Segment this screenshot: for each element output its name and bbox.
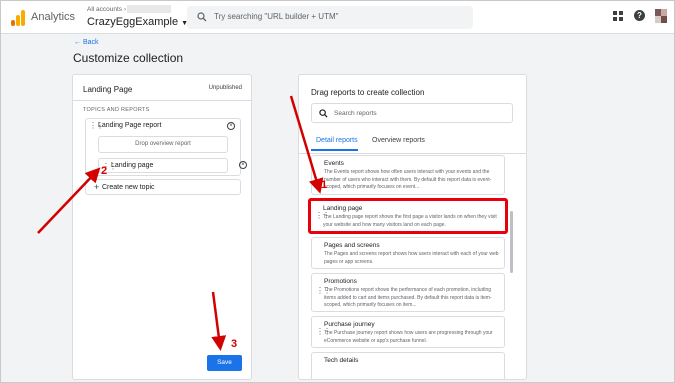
card-description: The Purchase journey report shows how us… — [324, 330, 493, 344]
search-icon — [197, 12, 207, 22]
create-topic-label: Create new topic — [102, 184, 155, 191]
report-card-purchase-journey[interactable]: ⋮⋮ Purchase journey The Purchase journey… — [311, 316, 505, 348]
chevron-right-icon: › — [124, 7, 127, 13]
card-title: Tech details — [324, 357, 359, 364]
apps-grid-icon[interactable] — [613, 11, 623, 21]
tab-detail-reports[interactable]: Detail reports — [316, 137, 358, 144]
divider — [73, 100, 251, 101]
app-frame: Analytics All accounts › CrazyEggExample ▼… — [0, 0, 675, 383]
collection-panel: Landing Page Unpublished TOPICS AND REPO… — [72, 74, 252, 380]
back-label: Back — [82, 39, 99, 46]
annotation-label-2: 2 — [101, 165, 108, 177]
search-placeholder: Try searching "URL builder + UTM" — [214, 12, 339, 21]
back-link[interactable]: ← Back — [74, 39, 99, 46]
status-badge: Unpublished — [208, 85, 242, 91]
card-title: Landing page — [323, 205, 363, 212]
app-name: Analytics — [31, 11, 76, 23]
library-title: Drag reports to create collection — [311, 88, 425, 97]
top-bar: Analytics All accounts › CrazyEggExample ▼… — [1, 1, 674, 34]
topic-header[interactable]: ⋮⋮ Landing Page report × — [86, 119, 240, 133]
analytics-logo-icon[interactable] — [11, 10, 25, 26]
plus-icon: + — [94, 182, 100, 192]
page-title: Customize collection — [73, 51, 184, 65]
report-library-panel: Drag reports to create collection Search… — [298, 74, 527, 380]
search-placeholder: Search reports — [334, 110, 377, 117]
scrollbar[interactable] — [510, 211, 513, 273]
search-icon — [319, 109, 328, 118]
global-search[interactable]: Try searching "URL builder + UTM" — [187, 6, 473, 29]
card-description: The Events report shows how often users … — [324, 169, 492, 190]
annotation-label-1: 1 — [321, 179, 328, 191]
card-description: The Pages and screens report shows how u… — [324, 251, 499, 265]
property-name: CrazyEggExample — [87, 16, 179, 28]
card-description: The Promotions report shows the performa… — [324, 287, 492, 308]
avatar[interactable] — [655, 9, 667, 23]
active-tab-indicator — [311, 149, 358, 151]
account-breadcrumb[interactable]: All accounts › — [87, 6, 126, 13]
arrow-left-icon: ← — [74, 39, 81, 46]
help-icon[interactable]: ? — [634, 10, 645, 21]
property-selector[interactable]: CrazyEggExample ▼ — [87, 16, 188, 28]
report-card-pages-and-screens[interactable]: Pages and screens The Pages and screens … — [311, 237, 505, 269]
card-title: Purchase journey — [324, 321, 375, 328]
card-description: The Landing page report shows the first … — [323, 214, 497, 228]
save-button[interactable]: Save — [207, 355, 242, 371]
topic-label[interactable]: Landing Page report — [98, 122, 161, 129]
card-title: Pages and screens — [324, 242, 380, 249]
report-search-input[interactable]: Search reports — [311, 103, 513, 123]
account-label: All accounts — [87, 6, 123, 13]
create-topic-button[interactable]: + Create new topic — [85, 179, 241, 195]
card-title: Promotions — [324, 278, 357, 285]
redacted-account-name — [127, 5, 171, 13]
report-card-landing-page[interactable]: ⋮⋮ Landing page The Landing page report … — [308, 198, 508, 234]
remove-report-icon[interactable]: × — [239, 161, 247, 169]
tab-overview-reports[interactable]: Overview reports — [372, 137, 425, 144]
section-heading: TOPICS AND REPORTS — [83, 107, 150, 113]
report-card-promotions[interactable]: ⋮⋮ Promotions The Promotions report show… — [311, 273, 505, 312]
report-card-tech-details[interactable]: Tech details — [311, 352, 505, 379]
drop-zone[interactable]: Drop overview report — [98, 136, 228, 153]
report-item[interactable]: ⋮⋮ Landing page × — [98, 158, 247, 173]
topic-card[interactable]: ⋮⋮ Landing Page report × Drop overview r… — [85, 118, 247, 176]
collection-title[interactable]: Landing Page — [83, 85, 132, 94]
card-title: Events — [324, 160, 344, 167]
annotation-label-3: 3 — [231, 338, 238, 350]
remove-topic-icon[interactable]: × — [227, 122, 235, 130]
divider — [299, 153, 526, 154]
report-label: Landing page — [111, 162, 154, 169]
report-card-events[interactable]: Events The Events report shows how often… — [311, 155, 505, 195]
report-tabs: Detail reports Overview reports — [311, 137, 511, 151]
